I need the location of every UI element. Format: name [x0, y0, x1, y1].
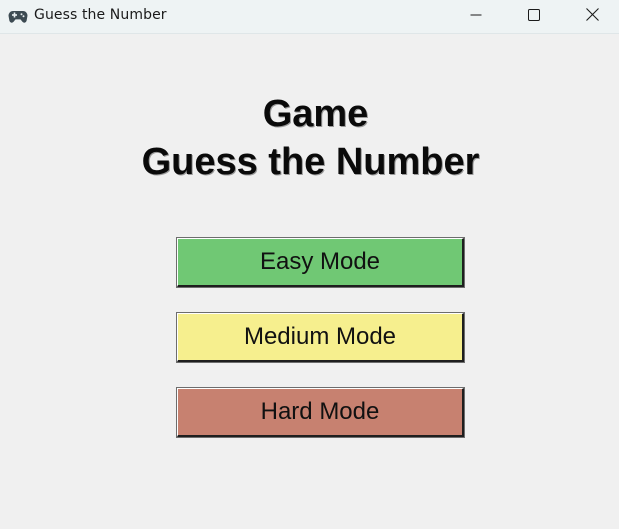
hard-mode-label: Hard Mode — [260, 398, 380, 425]
minimize-icon — [470, 8, 482, 26]
easy-mode-button[interactable]: Easy Mode — [176, 237, 465, 288]
maximize-button[interactable] — [505, 0, 563, 33]
window-title: Guess the Number — [34, 7, 167, 23]
close-button[interactable] — [563, 0, 619, 33]
close-icon — [585, 7, 599, 26]
medium-mode-button[interactable]: Medium Mode — [176, 312, 465, 363]
maximize-icon — [528, 8, 540, 26]
heading-guess-the-number: Guess the Number — [141, 141, 480, 183]
minimize-button[interactable] — [447, 0, 505, 33]
medium-mode-label: Medium Mode — [243, 323, 397, 350]
app-window: Guess the Number Game Guess the Number E… — [0, 0, 619, 529]
hard-mode-button[interactable]: Hard Mode — [176, 387, 465, 438]
easy-mode-label: Easy Mode — [259, 248, 381, 275]
title-bar[interactable]: Guess the Number — [0, 0, 619, 34]
heading-game: Game — [262, 93, 369, 135]
gamepad-icon — [8, 7, 28, 25]
